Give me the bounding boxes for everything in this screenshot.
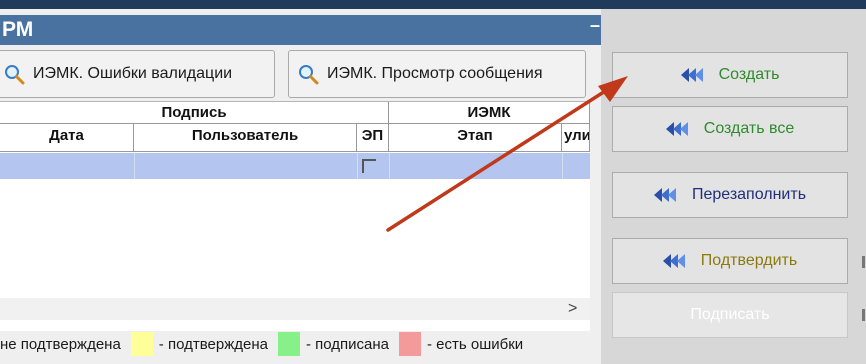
annotation-arrow <box>386 76 628 232</box>
